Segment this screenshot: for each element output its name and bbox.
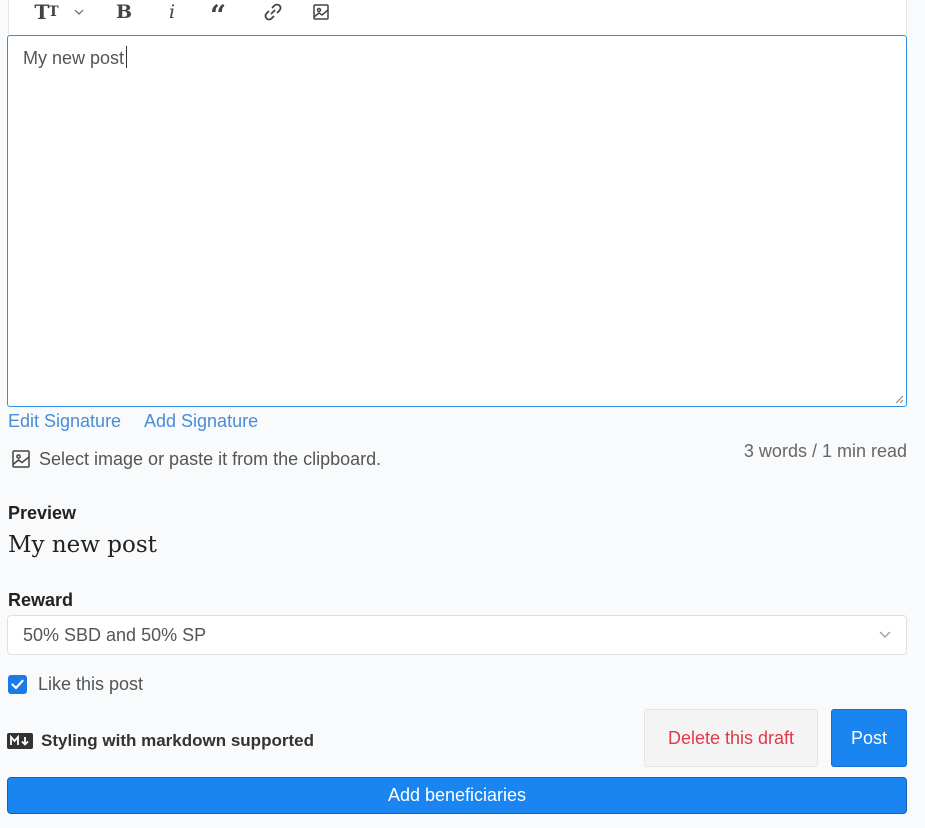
reward-select[interactable]: 50% SBD and 50% SP [7,615,907,655]
like-post-checkbox-row[interactable]: Like this post [8,673,143,695]
post-button[interactable]: Post [831,709,907,767]
image-upload[interactable]: Select image or paste it from the clipbo… [11,447,381,471]
delete-draft-button[interactable]: Delete this draft [644,709,818,767]
markdown-note: Styling with markdown supported [7,730,314,752]
markdown-icon [7,733,33,749]
like-post-checkbox[interactable] [8,674,27,694]
post-body-text: My new post [23,48,125,68]
resize-handle-icon[interactable] [894,394,904,404]
link-icon[interactable] [261,0,285,24]
bold-button[interactable]: B [113,0,135,24]
add-signature-link[interactable]: Add Signature [144,411,258,432]
italic-button[interactable]: i [161,0,183,24]
edit-signature-link[interactable]: Edit Signature [8,411,121,432]
checkmark-icon [11,679,24,689]
image-icon [12,450,30,468]
reward-selected-value: 50% SBD and 50% SP [23,624,207,645]
text-caret [126,46,128,68]
reward-heading: Reward [8,590,74,610]
image-upload-label: Select image or paste it from the clipbo… [39,448,382,469]
preview-heading: Preview [8,503,77,523]
add-beneficiaries-button[interactable]: Add beneficiaries [7,777,907,814]
post-body-textarea[interactable]: My new post [7,35,907,407]
chevron-down-icon[interactable] [71,0,87,24]
word-count: 3 words / 1 min read [743,441,907,461]
like-post-label: Like this post [38,673,144,694]
chevron-down-icon [879,631,891,638]
text-size-icon[interactable]: TT [31,0,61,24]
quote-button[interactable]: “ [205,0,231,30]
image-icon[interactable] [309,0,333,24]
markdown-label: Styling with markdown supported [41,731,314,750]
editor-toolbar: TT B i “ [8,0,907,35]
preview-title: My new post [8,532,157,558]
